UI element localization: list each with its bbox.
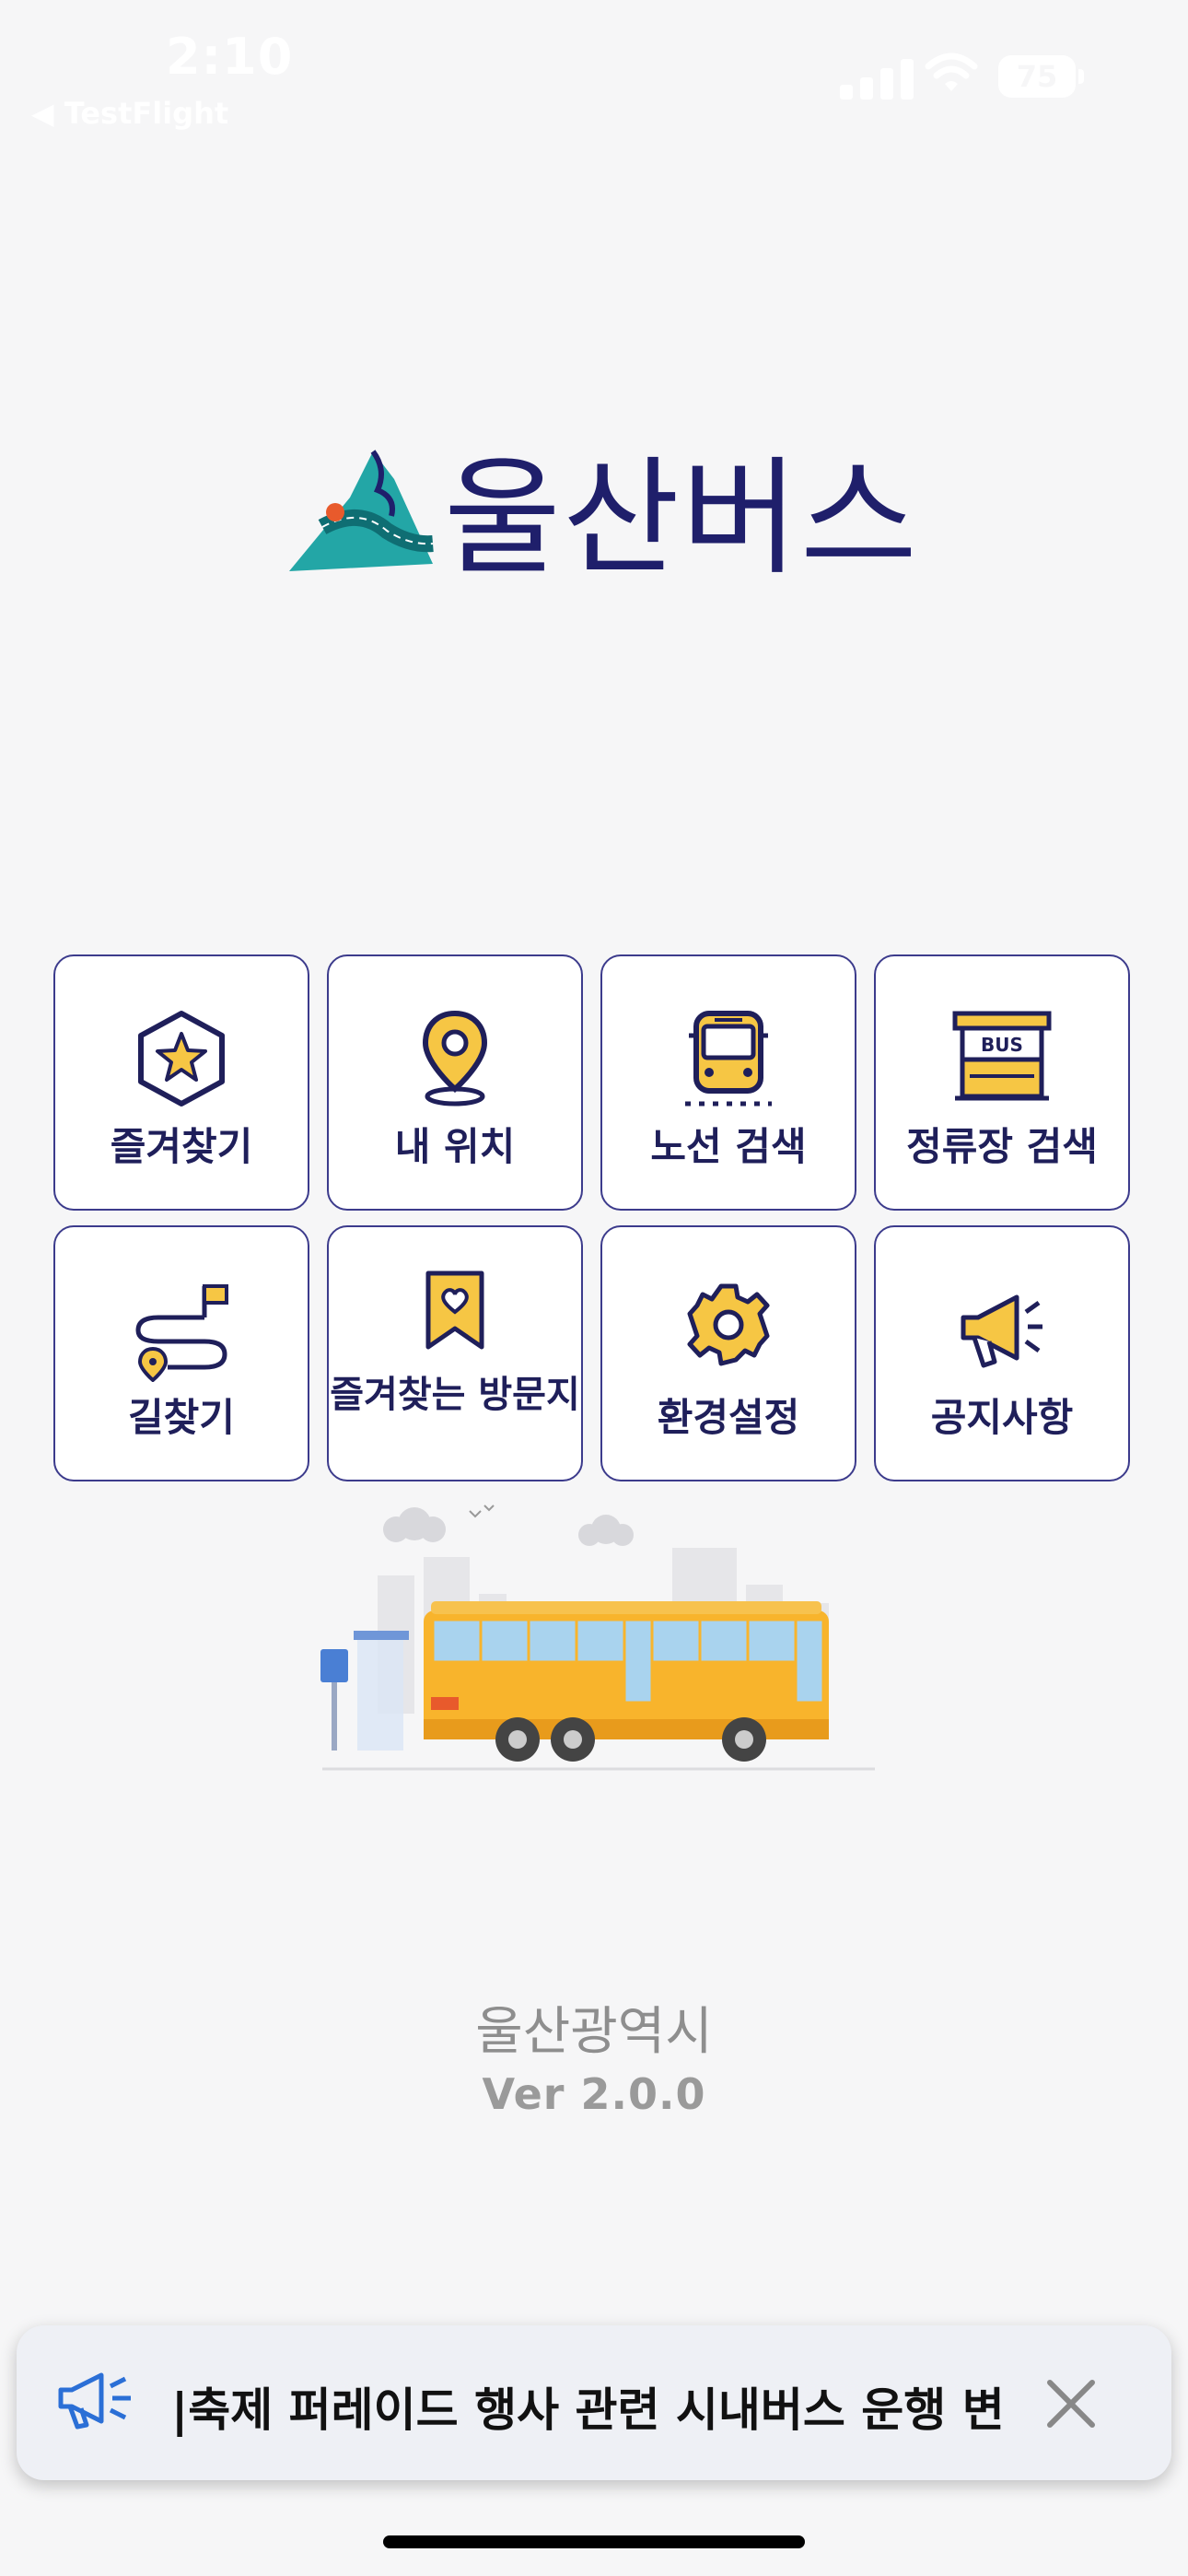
gear-icon: [687, 1283, 770, 1366]
favorite-places-label: 즐겨찾는 방문지: [330, 1374, 580, 1416]
app-version: Ver 2.0.0: [482, 2069, 706, 2119]
notice-banner[interactable]: |축제 퍼레이드 행사 관련 시내버스 운행 변: [17, 2325, 1171, 2480]
organization-name: 울산광역시: [475, 2002, 713, 2062]
app-title: 울산버스: [444, 444, 919, 592]
directions-label: 길찾기: [128, 1395, 235, 1440]
favorites-label: 즐겨찾기: [110, 1124, 253, 1169]
settings-button[interactable]: 환경설정: [600, 1225, 856, 1481]
star-badge-icon: [138, 1011, 225, 1107]
mountain-road-logo-icon: [289, 450, 434, 571]
favorites-button[interactable]: 즐겨찾기: [53, 954, 309, 1211]
cellular-signal-icon: [840, 57, 919, 100]
settings-label: 환경설정: [657, 1395, 800, 1440]
home-indicator[interactable]: [383, 2535, 805, 2548]
app-logo: 울산버스: [285, 442, 917, 590]
close-icon[interactable]: [1039, 2371, 1103, 2436]
favorite-places-button[interactable]: 즐겨찾는 방문지: [327, 1225, 583, 1481]
notices-label: 공지사항: [930, 1395, 1074, 1440]
route-search-label: 노선 검색: [650, 1124, 807, 1169]
notices-button[interactable]: 공지사항: [874, 1225, 1130, 1481]
location-pin-icon: [422, 1010, 488, 1107]
svg-text:BUS: BUS: [981, 1034, 1023, 1056]
megaphone-icon: [961, 1294, 1042, 1368]
route-icon: [135, 1284, 228, 1382]
stop-search-button[interactable]: BUS 정류장 검색: [874, 954, 1130, 1211]
directions-button[interactable]: 길찾기: [53, 1225, 309, 1481]
stop-search-label: 정류장 검색: [906, 1124, 1098, 1169]
route-search-button[interactable]: 노선 검색: [600, 954, 856, 1211]
status-bar: 2:10 ◀ TestFlight 75: [0, 0, 1188, 138]
battery-icon: 75: [998, 55, 1084, 98]
city-bus-illustration: [313, 1502, 884, 1778]
heart-bookmark-icon: [425, 1270, 484, 1350]
notice-text: |축제 퍼레이드 행사 관련 시내버스 운행 변: [171, 2383, 1005, 2437]
bus-front-icon: [685, 1011, 772, 1107]
back-to-testflight-link[interactable]: ◀ TestFlight: [31, 96, 228, 131]
bus-stop-icon: BUS: [952, 1011, 1052, 1101]
megaphone-icon: [57, 2368, 140, 2436]
my-location-label: 내 위치: [394, 1124, 516, 1169]
main-menu: 즐겨찾기 내 위치 노선 검색 BUS 정류장 검색 길찾기 즐겨찾는 방문지 …: [53, 954, 1133, 1485]
my-location-button[interactable]: 내 위치: [327, 954, 583, 1211]
wifi-icon: [925, 52, 978, 98]
status-time: 2:10: [166, 28, 294, 86]
